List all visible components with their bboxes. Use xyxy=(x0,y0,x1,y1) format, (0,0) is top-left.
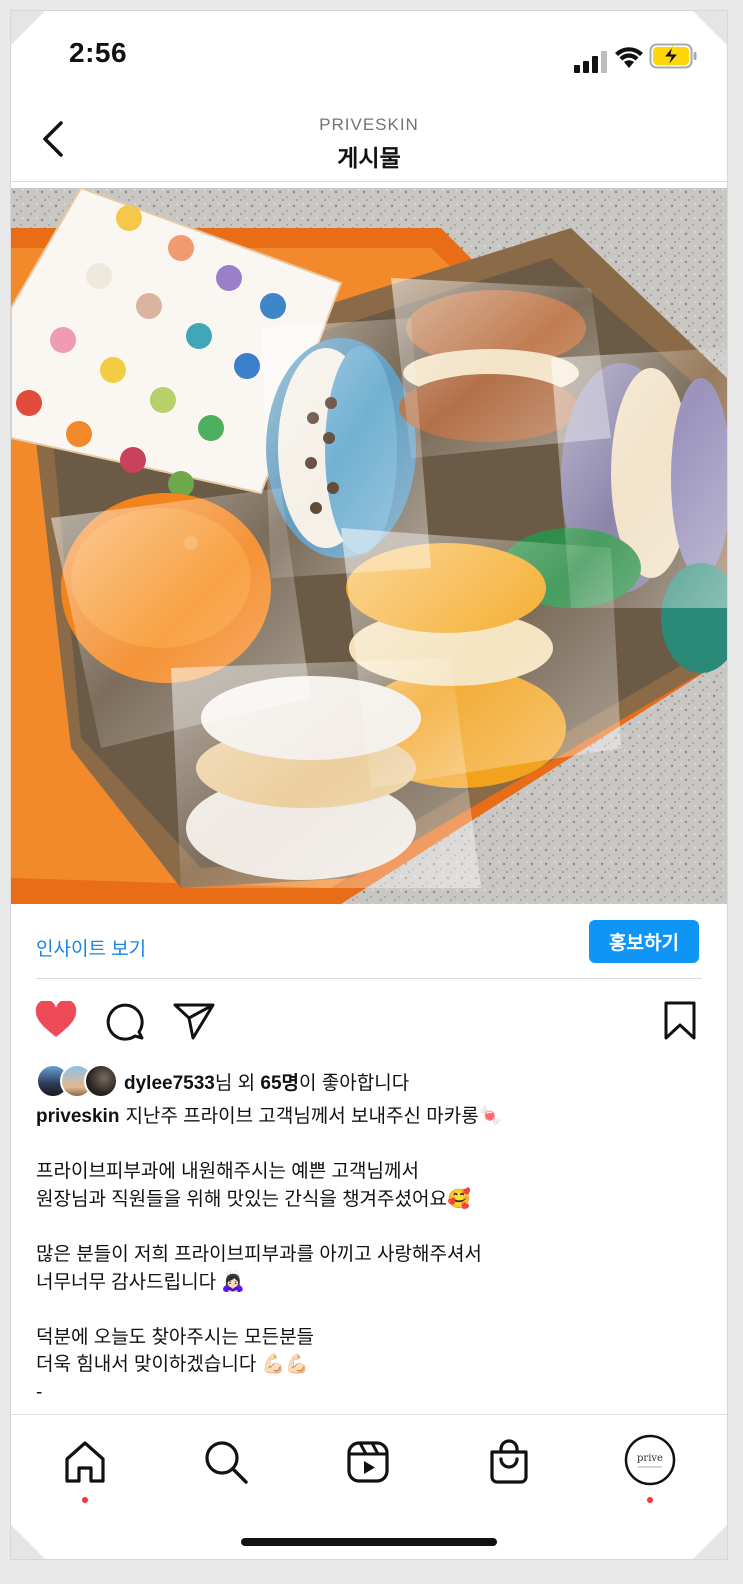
header-account-name: PRIVESKIN xyxy=(319,115,419,134)
bottom-tab-bar: prive xyxy=(11,1414,727,1559)
caption-line: 너무너무 감사드립니다 🙇🏻‍♀️ xyxy=(36,1271,246,1293)
view-insights-link[interactable]: 인사이트 보기 xyxy=(36,934,146,961)
liker-username[interactable]: dylee7533 xyxy=(124,1073,215,1094)
caption-line xyxy=(36,1213,706,1241)
caption-line: 덕분에 오늘도 찾아주시는 모든분들 xyxy=(36,1326,315,1348)
caption-line: 프라이브피부과에 내원해주시는 예쁜 고객님께서 xyxy=(36,1161,419,1183)
bookmark-icon[interactable] xyxy=(663,1001,697,1041)
caption-username[interactable]: priveskin xyxy=(36,1106,119,1127)
post-photo[interactable] xyxy=(11,188,727,904)
post-header: PRIVESKIN 게시물 xyxy=(11,101,727,182)
page-title: 게시물 xyxy=(337,145,401,171)
caption-line: 원장님과 직원들을 위해 맛있는 간식을 챙겨주셨어요🥰 xyxy=(36,1188,471,1210)
likes-text-mid: 님 외 xyxy=(214,1073,261,1094)
home-notification-dot xyxy=(82,1497,88,1503)
profile-avatar-text: prive xyxy=(637,1453,663,1464)
battery-charging-icon xyxy=(649,43,697,69)
screen-corner xyxy=(11,1525,45,1559)
search-icon[interactable] xyxy=(201,1437,251,1487)
status-time: 2:56 xyxy=(69,37,128,68)
reels-icon[interactable] xyxy=(343,1437,393,1487)
caption-line: 지난주 프라이브 고객님께서 보내주신 마카롱🍬 xyxy=(125,1106,503,1127)
post-caption: priveskin 지난주 프라이브 고객님께서 보내주신 마카롱🍬 프라이브피부… xyxy=(36,1103,706,1407)
likes-summary: dylee7533님 외 65명이 좋아합니다 xyxy=(124,1068,409,1095)
home-icon[interactable] xyxy=(60,1437,110,1487)
shop-icon[interactable] xyxy=(484,1437,534,1487)
likes-row[interactable]: dylee7533님 외 65명이 좋아합니다 xyxy=(36,1064,706,1098)
promote-button[interactable]: 홍보하기 xyxy=(589,920,699,963)
cellular-signal-icon xyxy=(574,51,607,73)
profile-notification-dot xyxy=(647,1497,653,1503)
share-icon[interactable] xyxy=(173,1002,215,1040)
caption-line xyxy=(36,1296,706,1324)
screen-corner xyxy=(693,1525,727,1559)
screen-corner xyxy=(693,11,727,45)
screen-corner xyxy=(11,11,45,45)
home-indicator[interactable] xyxy=(241,1538,497,1546)
likes-text-end: 이 좋아합니다 xyxy=(299,1073,410,1094)
profile-icon[interactable]: prive xyxy=(624,1434,676,1486)
caption-line: - xyxy=(36,1381,43,1403)
status-bar: 2:56 xyxy=(11,11,727,101)
heart-icon[interactable] xyxy=(35,1001,77,1039)
divider xyxy=(36,978,702,979)
caption-line: 많은 분들이 저희 프라이브피부과를 아끼고 사랑해주셔서 xyxy=(36,1243,482,1265)
likes-count[interactable]: 65명 xyxy=(260,1073,299,1094)
caption-line: 더욱 힘내서 맞이하겠습니다 💪🏻💪🏻 xyxy=(36,1354,309,1376)
insight-row: 인사이트 보기 홍보하기 xyxy=(11,904,727,986)
phone-screen: 2:56 PRIVESKIN 게시물 인사이트 보기 홍보하기 dylee753… xyxy=(10,10,728,1560)
macaron-box-photo xyxy=(11,188,727,904)
caption-line xyxy=(36,1131,706,1159)
liker-avatar xyxy=(84,1064,118,1098)
comment-icon[interactable] xyxy=(105,1001,145,1041)
wifi-icon xyxy=(615,47,643,68)
